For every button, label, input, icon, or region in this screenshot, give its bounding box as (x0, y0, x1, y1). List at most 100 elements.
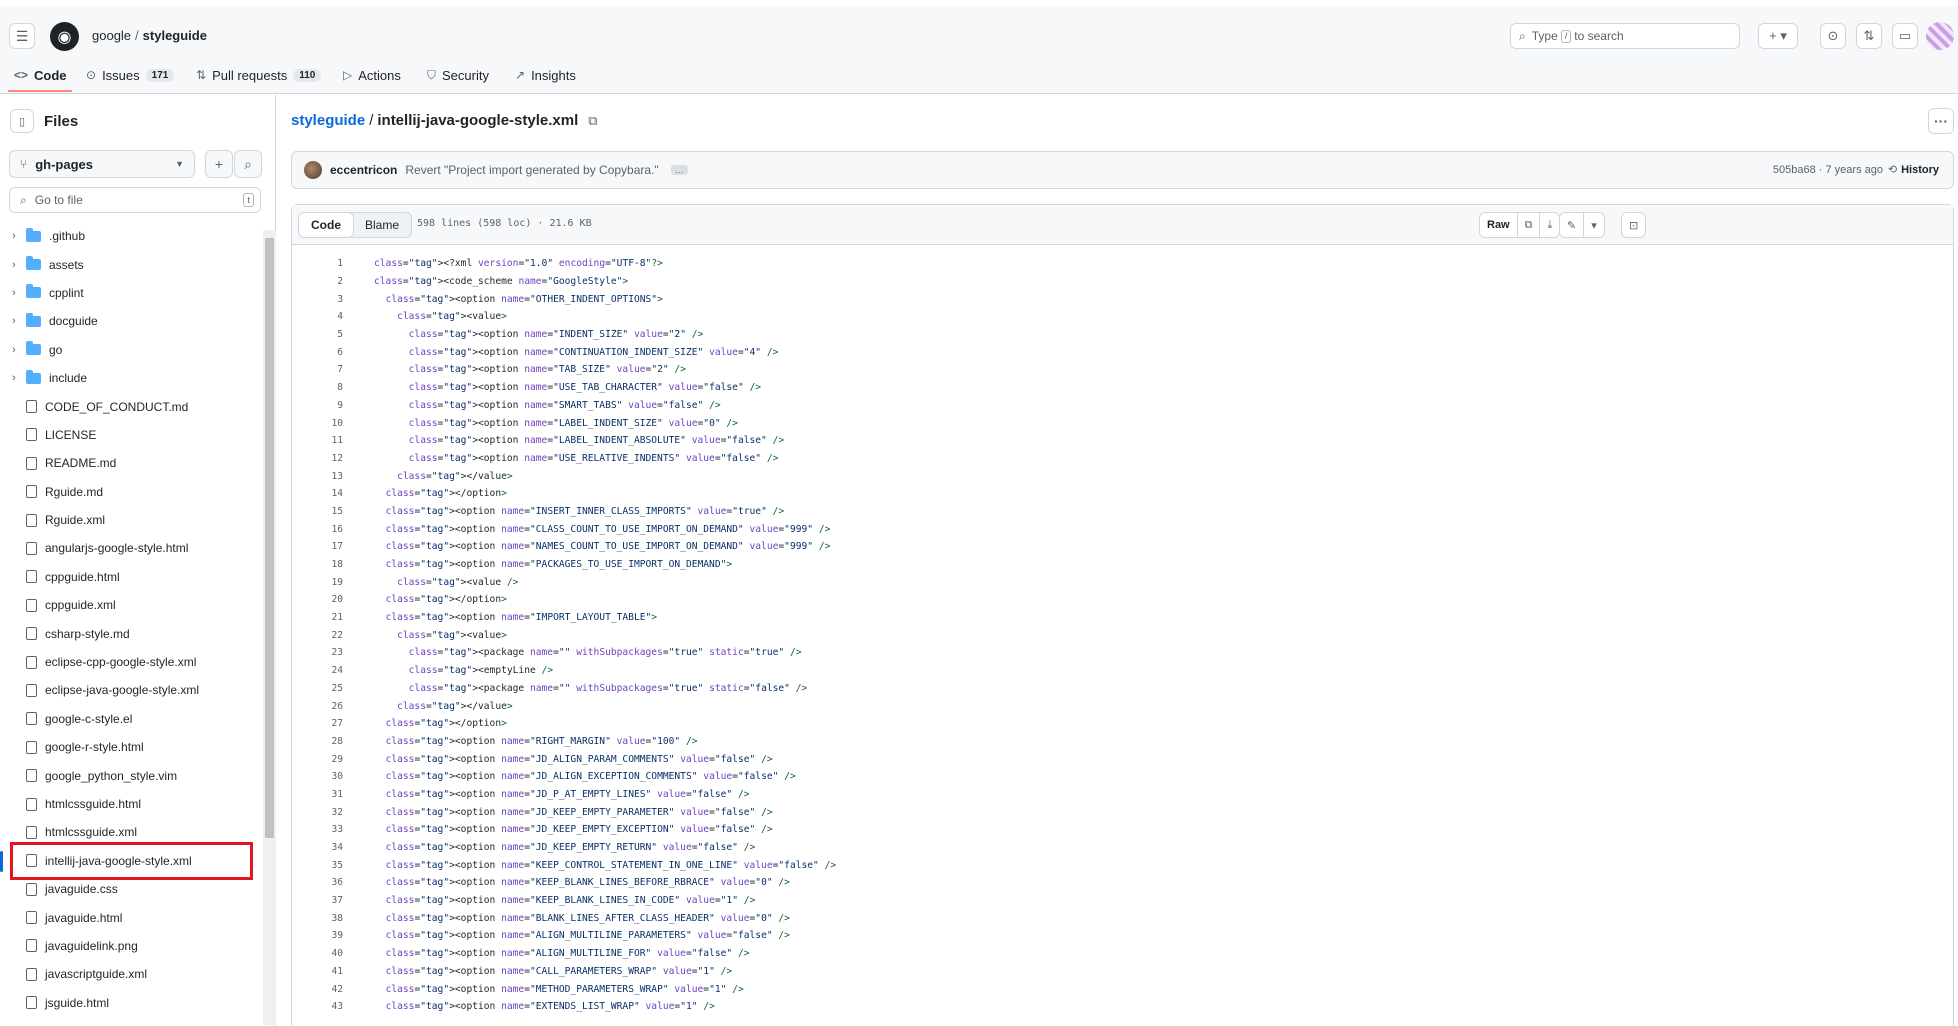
line-number[interactable]: 14 (292, 488, 343, 499)
tree-file[interactable]: jsguide.html (0, 989, 262, 1017)
edit-pencil-icon[interactable]: ✎ (1560, 213, 1583, 237)
tree-file[interactable]: README.md (0, 449, 262, 477)
line-number[interactable]: 37 (292, 895, 343, 906)
tree-file[interactable]: eclipse-cpp-google-style.xml (0, 648, 262, 676)
breadcrumb-repo-link[interactable]: styleguide (291, 112, 365, 129)
user-avatar[interactable] (1926, 22, 1954, 50)
line-number[interactable]: 21 (292, 612, 343, 623)
line-number[interactable]: 42 (292, 984, 343, 995)
chevron-right-icon[interactable]: › (12, 315, 26, 327)
tree-folder[interactable]: › go (0, 336, 262, 364)
line-number[interactable]: 6 (292, 347, 343, 358)
sidebar-scrollbar-thumb[interactable] (265, 238, 274, 838)
raw-button[interactable]: Raw (1480, 213, 1517, 237)
tree-folder[interactable]: › include (0, 364, 262, 392)
line-number[interactable]: 35 (292, 860, 343, 871)
create-new-button[interactable]: + ▾ (1758, 23, 1798, 49)
tree-file[interactable]: cppguide.html (0, 563, 262, 591)
tree-file[interactable]: eclipse-java-google-style.xml (0, 676, 262, 704)
line-number[interactable]: 24 (292, 665, 343, 676)
line-number[interactable]: 26 (292, 701, 343, 712)
github-logo-icon[interactable]: ◉ (50, 22, 79, 51)
tree-folder[interactable]: › assets (0, 250, 262, 278)
tree-file[interactable]: javaguidelink.png (0, 932, 262, 960)
tree-file[interactable]: google-r-style.html (0, 733, 262, 761)
add-file-button[interactable]: + (205, 150, 233, 178)
line-number[interactable]: 7 (292, 364, 343, 375)
branch-selector[interactable]: ⑂ gh-pages ▼ (9, 150, 195, 178)
line-number[interactable]: 22 (292, 630, 343, 641)
collapse-sidebar-button[interactable]: ▯ (10, 109, 34, 133)
tab-actions[interactable]: ▷ Actions (343, 63, 401, 87)
tree-file[interactable]: Rguide.xml (0, 506, 262, 534)
copy-raw-icon[interactable]: ⧉ (1516, 213, 1540, 237)
tree-file[interactable]: Rguide.md (0, 478, 262, 506)
menu-button[interactable]: ☰ (9, 23, 35, 49)
line-number[interactable]: 34 (292, 842, 343, 853)
line-number[interactable]: 9 (292, 400, 343, 411)
avatar[interactable] (304, 161, 322, 179)
line-number[interactable]: 38 (292, 913, 343, 924)
chevron-right-icon[interactable]: › (12, 230, 26, 242)
tree-file[interactable]: google-c-style.el (0, 705, 262, 733)
line-number[interactable]: 8 (292, 382, 343, 393)
commit-author[interactable]: eccentricon (330, 163, 397, 177)
expand-commit-button[interactable]: … (670, 165, 688, 175)
inbox-button[interactable]: ▭ (1892, 23, 1918, 49)
line-number[interactable]: 4 (292, 311, 343, 322)
line-number[interactable]: 17 (292, 541, 343, 552)
history-button[interactable]: ⟲ History (1888, 163, 1939, 176)
tree-file[interactable]: google_python_style.vim (0, 761, 262, 789)
line-number[interactable]: 25 (292, 683, 343, 694)
issues-button[interactable]: ⊙ (1820, 23, 1846, 49)
commit-message[interactable]: Revert "Project import generated by Copy… (405, 163, 658, 177)
line-number[interactable]: 36 (292, 877, 343, 888)
line-number[interactable]: 20 (292, 594, 343, 605)
tab-security[interactable]: ⛉ Security (427, 63, 489, 87)
tree-folder[interactable]: › cpplint (0, 279, 262, 307)
tree-file[interactable]: angularjs-google-style.html (0, 534, 262, 562)
tree-file[interactable]: cppguide.xml (0, 591, 262, 619)
tree-file[interactable]: CODE_OF_CONDUCT.md (0, 392, 262, 420)
tree-folder[interactable]: › docguide (0, 307, 262, 335)
repo-link[interactable]: styleguide (143, 28, 207, 43)
tab-pull-requests[interactable]: ⇅ Pull requests 110 (196, 63, 322, 87)
search-input[interactable]: ⌕ Type / to search (1510, 23, 1740, 49)
more-options-button[interactable]: ··· (1928, 108, 1954, 134)
tab-issues[interactable]: ⊙ Issues 171 (86, 63, 175, 87)
tree-folder[interactable]: › .github (0, 222, 262, 250)
line-number[interactable]: 32 (292, 807, 343, 818)
line-number[interactable]: 43 (292, 1001, 343, 1012)
go-to-file-input[interactable]: ⌕ Go to file t (9, 187, 261, 213)
tab-insights[interactable]: ↗ Insights (515, 63, 576, 87)
line-number[interactable]: 12 (292, 453, 343, 464)
tree-file[interactable]: LICENSE (0, 421, 262, 449)
line-number[interactable]: 23 (292, 647, 343, 658)
line-number[interactable]: 1 (292, 258, 343, 269)
owner-link[interactable]: google (92, 28, 131, 43)
code-view-button[interactable]: Code (299, 213, 354, 237)
line-number[interactable]: 13 (292, 471, 343, 482)
line-number[interactable]: 2 (292, 276, 343, 287)
line-number[interactable]: 31 (292, 789, 343, 800)
blame-view-button[interactable]: Blame (353, 213, 411, 237)
line-number[interactable]: 33 (292, 824, 343, 835)
line-number[interactable]: 27 (292, 718, 343, 729)
line-number[interactable]: 3 (292, 294, 343, 305)
download-icon[interactable]: ⤓ (1539, 213, 1559, 237)
tree-file[interactable]: javaguide.html (0, 903, 262, 931)
line-number[interactable]: 16 (292, 524, 343, 535)
line-number[interactable]: 5 (292, 329, 343, 340)
line-number[interactable]: 40 (292, 948, 343, 959)
line-number[interactable]: 41 (292, 966, 343, 977)
line-number[interactable]: 15 (292, 506, 343, 517)
chevron-right-icon[interactable]: › (12, 344, 26, 356)
line-number[interactable]: 29 (292, 754, 343, 765)
pull-requests-button[interactable]: ⇅ (1856, 23, 1882, 49)
line-number[interactable]: 18 (292, 559, 343, 570)
line-number[interactable]: 10 (292, 418, 343, 429)
chevron-down-icon[interactable]: ▾ (1583, 213, 1604, 237)
chevron-right-icon[interactable]: › (12, 287, 26, 299)
chevron-right-icon[interactable]: › (12, 259, 26, 271)
tree-file[interactable]: htmlcssguide.html (0, 790, 262, 818)
